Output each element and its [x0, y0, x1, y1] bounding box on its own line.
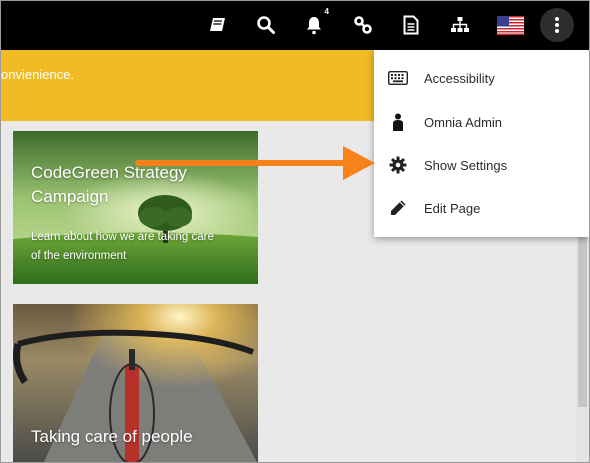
menu-item-edit-page[interactable]: Edit Page: [374, 188, 589, 228]
pencil-icon: [388, 198, 408, 218]
menu-item-label: Show Settings: [424, 157, 508, 173]
menu-item-show-settings[interactable]: Show Settings: [374, 145, 589, 185]
us-flag-icon[interactable]: [496, 12, 524, 38]
settings-dropdown-menu: Accessibility Omnia Admin Show Settings …: [374, 50, 589, 237]
search-icon[interactable]: [253, 12, 279, 38]
notification-count-badge: 4: [324, 7, 329, 16]
link-icon[interactable]: [350, 12, 376, 38]
bell-icon[interactable]: 4: [301, 7, 329, 38]
keyboard-icon: [388, 68, 408, 88]
person-icon: [388, 112, 408, 132]
card-subtitle-line1: Learn about how we are taking care: [31, 231, 214, 243]
menu-item-label: Edit Page: [424, 200, 481, 216]
banner-text: onvienience.: [1, 67, 74, 82]
menu-item-omnia-admin[interactable]: Omnia Admin: [374, 102, 589, 142]
document-icon[interactable]: [398, 12, 424, 38]
news-card-codegreen[interactable]: CodeGreen Strategy Campaign Learn about …: [13, 131, 258, 284]
top-navigation-bar: 4: [1, 1, 589, 50]
gear-icon: [388, 155, 408, 175]
scrollbar-track[interactable]: [576, 237, 589, 462]
menu-item-label: Accessibility: [424, 70, 495, 86]
menu-item-accessibility[interactable]: Accessibility: [374, 58, 589, 98]
more-vertical-icon[interactable]: [540, 8, 574, 42]
sitemap-icon[interactable]: [447, 12, 473, 38]
news-card-people[interactable]: Taking care of people: [13, 304, 258, 462]
card-subtitle-line2: of the environment: [31, 250, 127, 262]
card-title-line2: Campaign: [31, 187, 109, 206]
scrollbar-thumb[interactable]: [578, 237, 587, 407]
card-title: Taking care of people: [31, 427, 193, 446]
menu-item-label: Omnia Admin: [424, 114, 503, 130]
app-frame: 4 onvienience. CodeGreen Strategy Campai…: [0, 0, 590, 463]
book-icon[interactable]: [205, 12, 231, 38]
card-title-line1: CodeGreen Strategy: [31, 163, 187, 182]
